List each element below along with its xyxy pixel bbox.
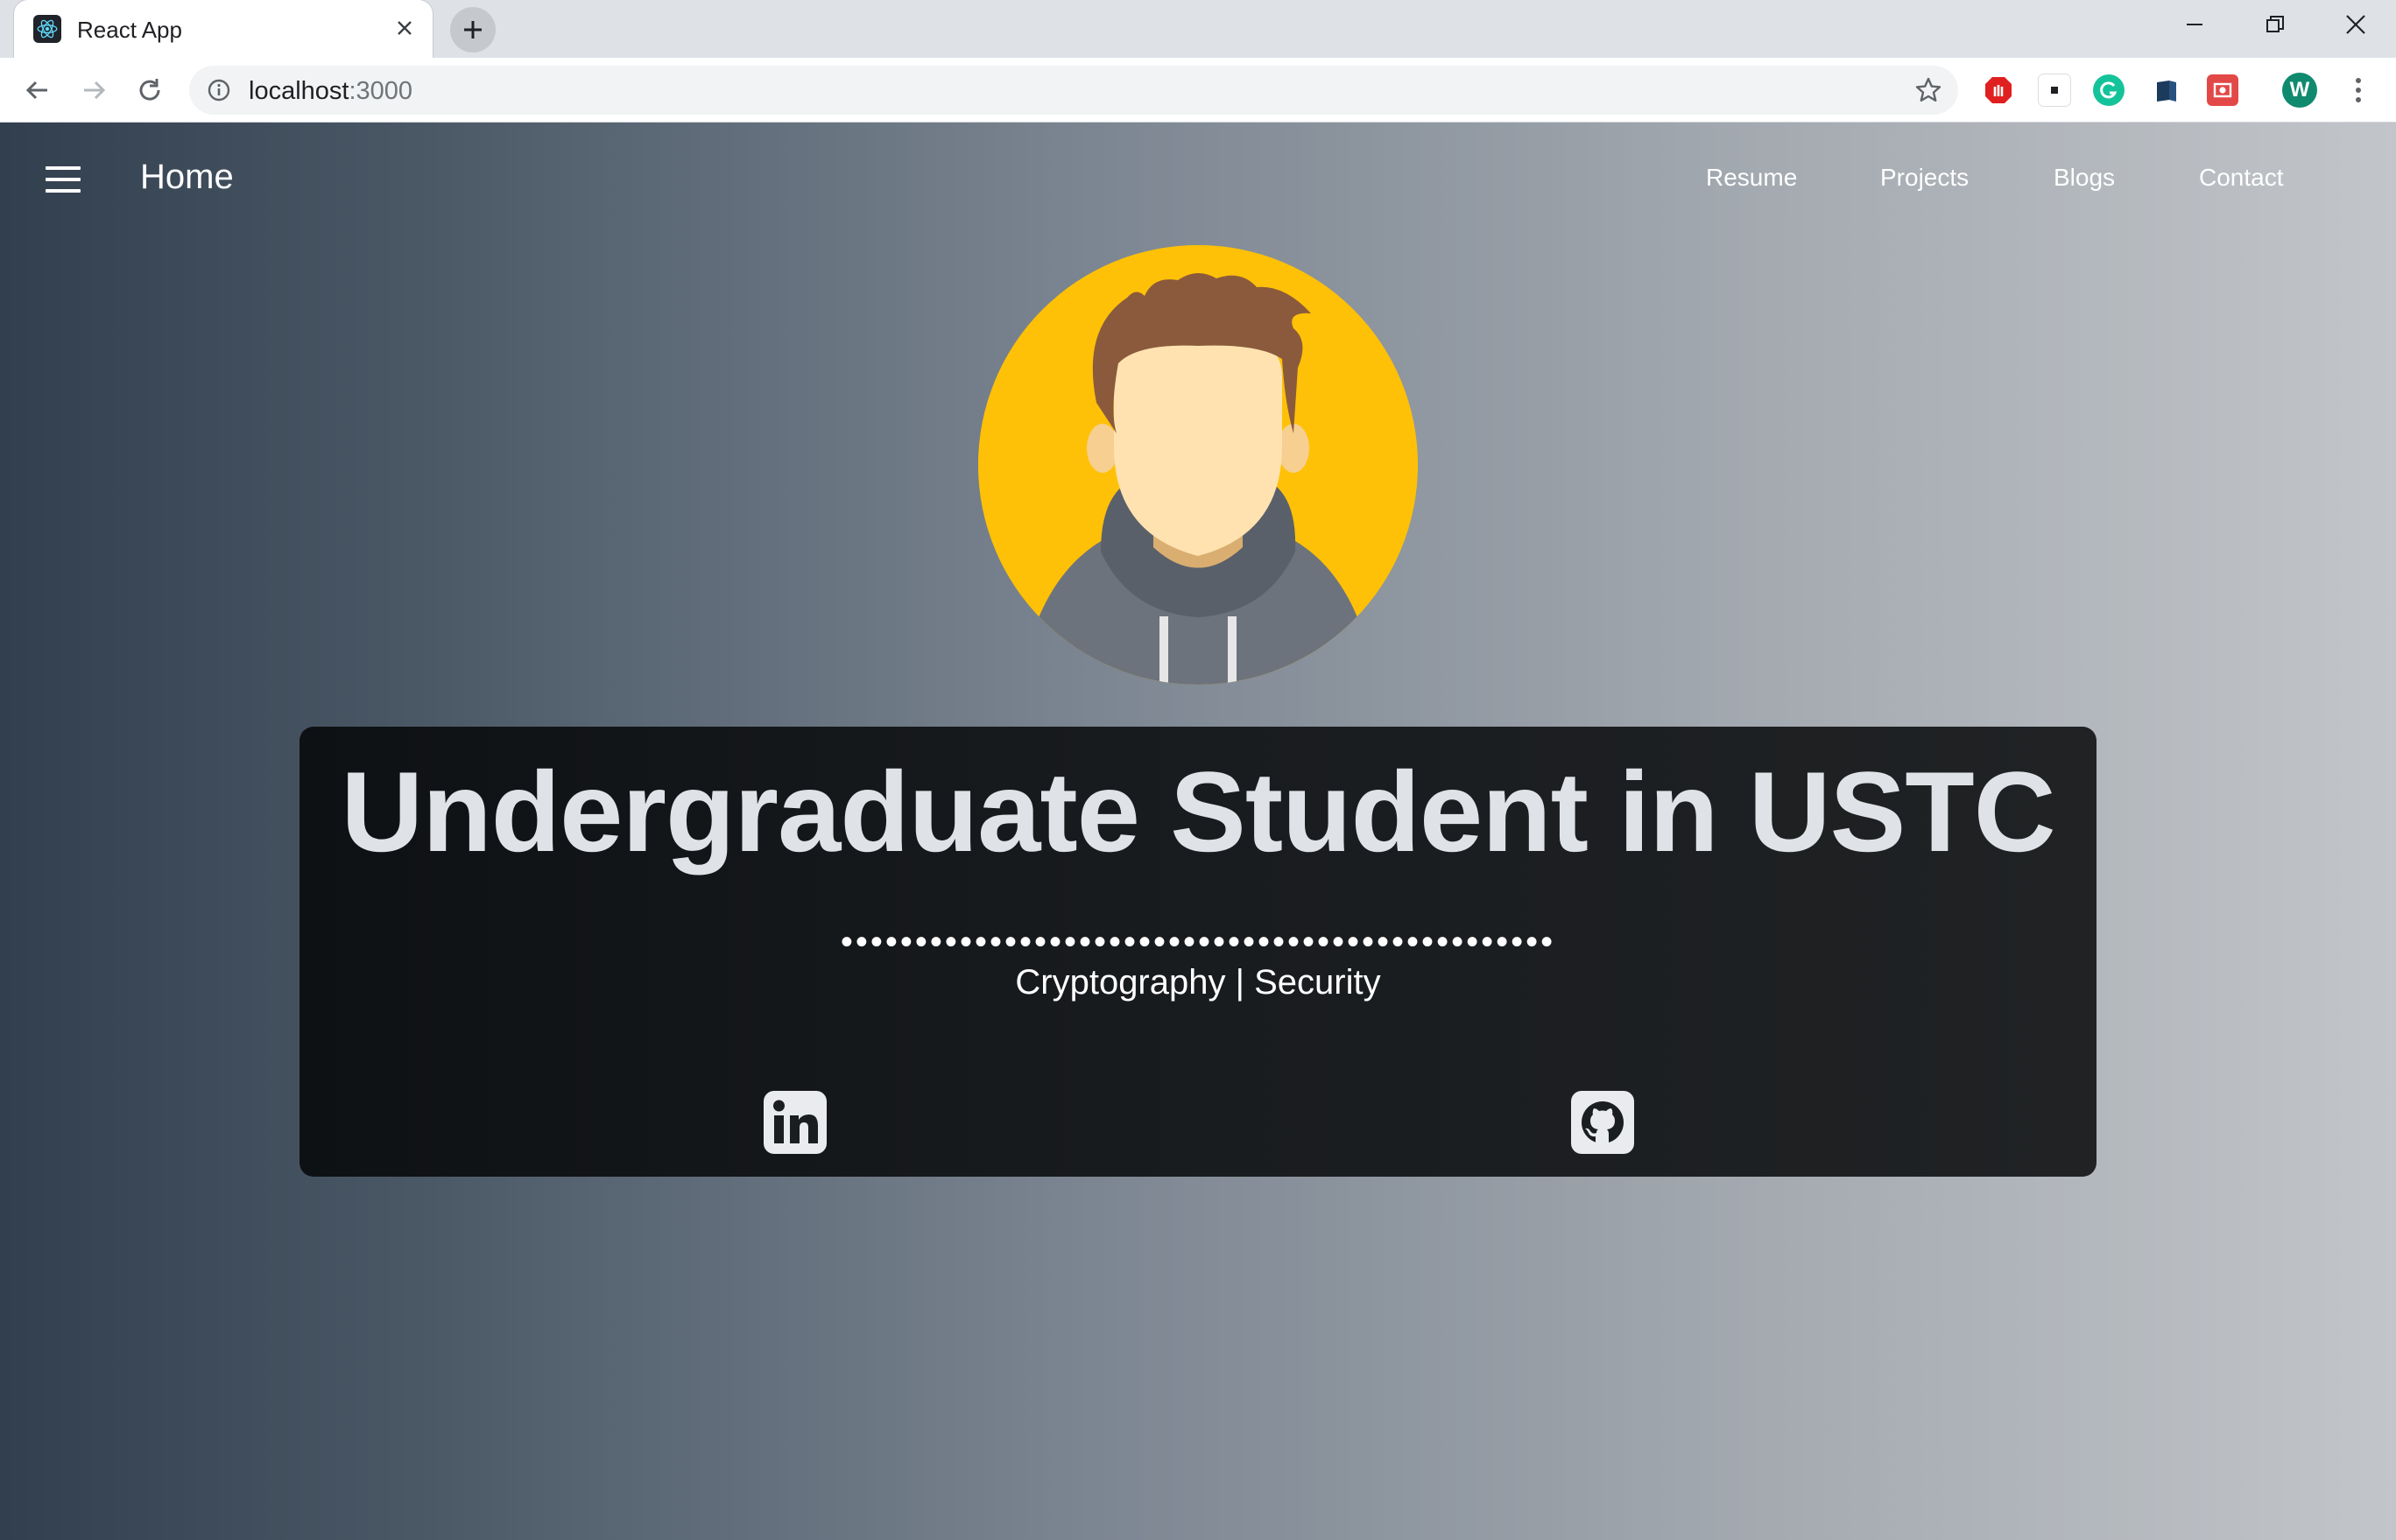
app-navbar: Home Resume Projects Blogs Contact: [0, 123, 2396, 236]
grammarly-extension-icon[interactable]: [2093, 74, 2125, 106]
close-tab-icon[interactable]: [389, 12, 420, 44]
linkedin-icon: [764, 1091, 827, 1154]
nav-link-resume[interactable]: Resume: [1706, 164, 1797, 192]
back-arrow-icon[interactable]: [18, 70, 58, 110]
info-icon[interactable]: [207, 78, 231, 102]
notion-extension-icon[interactable]: [2039, 74, 2070, 106]
tab-strip: React App: [0, 0, 2396, 58]
tab-title: React App: [77, 17, 182, 43]
github-link[interactable]: [1569, 1089, 1636, 1156]
url-text: localhost:3000: [249, 77, 412, 106]
home-link[interactable]: Home: [140, 158, 234, 197]
hero-title: Undergraduate Student in USTC: [341, 748, 2055, 875]
plus-icon: [464, 21, 482, 39]
url-host: localhost: [249, 77, 349, 105]
bookmark-star-icon[interactable]: [1914, 76, 1942, 104]
forward-arrow-icon[interactable]: [74, 70, 114, 110]
dotted-divider: ••••••••••••••••••••••••••••••••••••••••…: [840, 923, 1556, 961]
profile-avatar-image: [978, 245, 1418, 685]
github-icon: [1571, 1091, 1634, 1154]
linkedin-link[interactable]: [762, 1089, 828, 1156]
page-viewport: Home Resume Projects Blogs Contact Under…: [0, 123, 2396, 1540]
screenshot-extension-icon[interactable]: [2207, 74, 2238, 106]
browser-tab[interactable]: React App: [14, 0, 433, 58]
browser-chrome: React App localhost:3000 W: [0, 0, 2396, 123]
adblock-extension-icon[interactable]: [1983, 74, 2014, 106]
url-port: :3000: [349, 77, 413, 105]
nav-link-contact[interactable]: Contact: [2199, 164, 2284, 192]
bookmark-extension-icon[interactable]: [2151, 74, 2182, 106]
new-tab-button[interactable]: [450, 7, 496, 53]
close-window-icon[interactable]: [2315, 0, 2396, 49]
minimize-window-icon[interactable]: [2154, 0, 2235, 49]
address-bar[interactable]: localhost:3000: [189, 66, 1958, 115]
nav-link-blogs[interactable]: Blogs: [2054, 164, 2115, 192]
more-menu-icon[interactable]: [2345, 73, 2371, 108]
hamburger-menu-icon[interactable]: [46, 166, 81, 193]
browser-toolbar: localhost:3000 W: [0, 58, 2396, 123]
nav-link-projects[interactable]: Projects: [1880, 164, 1969, 192]
hero-card: Undergraduate Student in USTC ••••••••••…: [300, 727, 2096, 1177]
react-favicon-icon: [33, 15, 61, 43]
restore-window-icon[interactable]: [2235, 0, 2315, 49]
hero-subtitle: Cryptography | Security: [1015, 963, 1381, 1002]
profile-avatar[interactable]: W: [2282, 73, 2317, 108]
reload-icon[interactable]: [130, 70, 170, 110]
